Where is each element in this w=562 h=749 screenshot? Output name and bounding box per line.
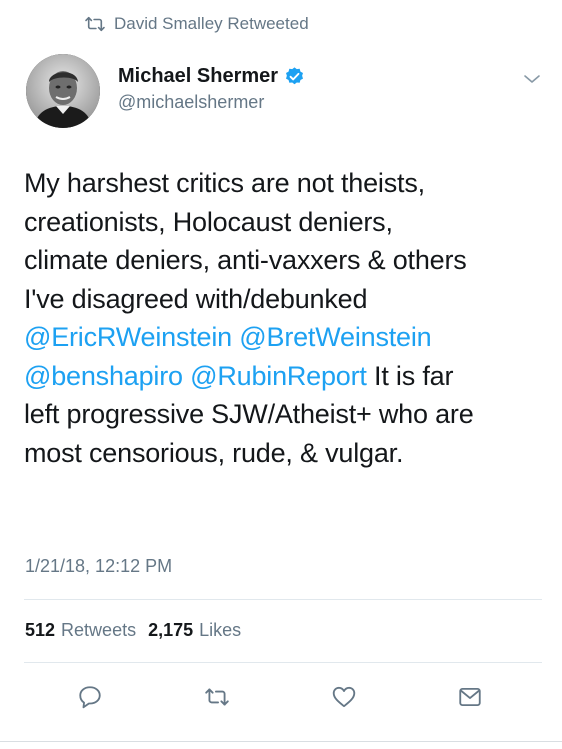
action-bar xyxy=(0,682,562,712)
tweet-text-line: left progressive SJW/Atheist+ who are xyxy=(24,395,544,434)
tweet-text-line: climate deniers, anti-vaxxers & others xyxy=(24,241,544,280)
divider xyxy=(24,599,542,600)
author-name[interactable]: Michael Shermer xyxy=(118,65,278,88)
engagement-stats: 512 Retweets 2,175 Likes xyxy=(25,620,253,641)
tweet-text-segment: climate deniers, anti-vaxxers & others xyxy=(24,245,467,275)
author-block[interactable]: Michael Shermer @michaelshermer xyxy=(118,62,305,113)
mention-link[interactable]: @benshapiro xyxy=(24,361,183,391)
verified-badge-icon xyxy=(286,66,304,84)
retweet-icon xyxy=(205,688,229,706)
tweet-text-line: @EricRWeinstein @BretWeinstein xyxy=(24,318,544,357)
retweets-count: 512 xyxy=(25,620,56,640)
direct-message-button[interactable] xyxy=(455,682,485,712)
retweets-label: Retweets xyxy=(61,620,137,640)
mention-link[interactable]: @EricRWeinstein xyxy=(24,322,232,352)
like-button[interactable] xyxy=(329,682,359,712)
tweet-text-line: My harshest critics are not theists, xyxy=(24,164,544,203)
tweet-text-line: I've disagreed with/debunked xyxy=(24,280,544,319)
tweet-text-segment: I've disagreed with/debunked xyxy=(24,283,368,314)
tweet-text-segment: left progressive SJW/Atheist+ who are xyxy=(24,399,474,429)
reply-button[interactable] xyxy=(75,682,105,712)
author-handle[interactable]: @michaelshermer xyxy=(118,92,305,113)
avatar[interactable] xyxy=(26,54,100,128)
tweet-timestamp[interactable]: 1/21/18, 12:12 PM xyxy=(25,556,172,577)
likes-stat[interactable]: 2,175 Likes xyxy=(148,620,241,641)
retweet-banner-text: David Smalley Retweeted xyxy=(114,14,309,33)
retweets-stat[interactable]: 512 Retweets xyxy=(25,620,136,641)
bottom-border xyxy=(0,741,562,742)
tweet-text-line: @benshapiro @RubinReport It is far xyxy=(24,357,544,396)
retweet-banner[interactable]: David Smalley Retweeted xyxy=(84,12,309,36)
retweet-button[interactable] xyxy=(202,682,232,712)
divider xyxy=(24,662,542,663)
reply-icon xyxy=(79,686,101,709)
tweet-text-line: creationists, Holocaust deniers, xyxy=(24,203,544,242)
tweet-text: My harshest critics are not theists, crea… xyxy=(24,164,544,472)
likes-label: Likes xyxy=(199,620,242,640)
mention-link[interactable]: @BretWeinstein xyxy=(239,322,431,352)
tweet-text-segment: My harshest critics are not theists, xyxy=(24,168,425,198)
mention-link[interactable]: @RubinReport xyxy=(190,361,367,391)
tweet-text-segment: It is far xyxy=(366,360,454,391)
tweet-text-segment: creationists, Holocaust deniers, xyxy=(24,206,393,237)
tweet-text-line: most censorious, rude, & vulgar. xyxy=(24,434,544,473)
likes-count: 2,175 xyxy=(148,620,194,640)
profile-photo xyxy=(26,54,100,128)
tweet-text-segment: most censorious, rude, & vulgar. xyxy=(24,437,404,468)
retweet-icon xyxy=(85,16,105,32)
chevron-down-icon[interactable] xyxy=(522,72,542,86)
direct-message-icon xyxy=(459,687,481,707)
like-icon xyxy=(332,686,356,708)
